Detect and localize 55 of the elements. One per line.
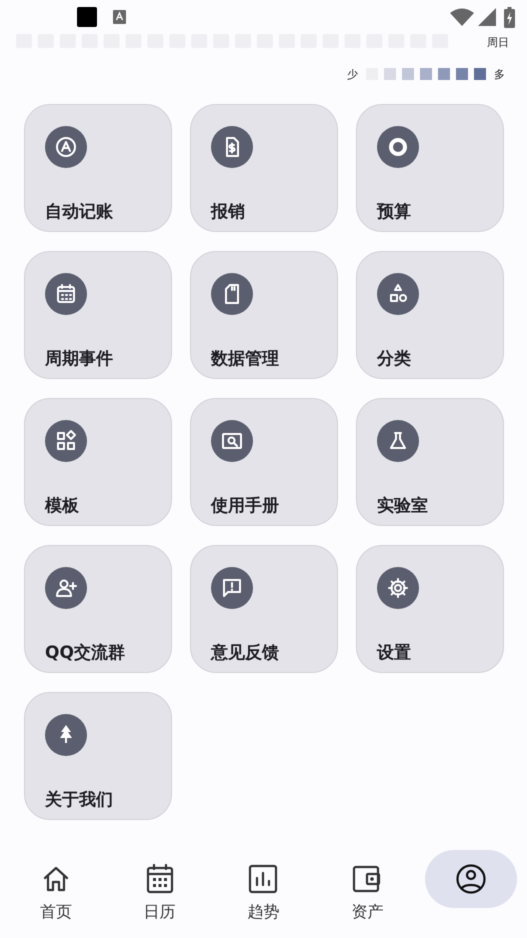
menu-label: 关于我们 <box>45 789 113 811</box>
feedback-icon <box>211 567 253 609</box>
menu-card[interactable]: 数据管理 <box>190 251 338 379</box>
nav-label: 日历 <box>144 902 176 923</box>
shapes-icon <box>377 273 419 315</box>
add-user-icon <box>45 567 87 609</box>
menu-label: QQ交流群 <box>45 642 125 664</box>
nav-label: 资产 <box>351 902 384 923</box>
menu-card[interactable]: 分类 <box>356 251 504 379</box>
menu-card[interactable]: 模板 <box>24 398 172 526</box>
battery-icon <box>504 6 515 28</box>
calendar-icon <box>45 273 87 315</box>
menu-card[interactable]: 设置 <box>356 545 504 673</box>
day-label: 周日 <box>487 34 509 50</box>
search-document-icon <box>211 420 253 462</box>
widgets-icon <box>45 420 87 462</box>
memory-card-icon <box>211 273 253 315</box>
menu-label: 自动记账 <box>45 201 113 223</box>
user-circle-icon <box>455 863 488 895</box>
circle-letter-icon <box>45 126 87 168</box>
menu-label: 分类 <box>377 348 411 370</box>
menu-label: 使用手册 <box>211 495 279 517</box>
menu-label: 报销 <box>211 201 245 223</box>
menu-label: 实验室 <box>377 495 428 517</box>
settings-icon <box>377 567 419 609</box>
menu-label: 数据管理 <box>211 348 279 370</box>
ring-icon <box>377 126 419 168</box>
menu-card[interactable]: 自动记账 <box>24 104 172 232</box>
menu-label: 周期事件 <box>45 348 113 370</box>
menu-label: 设置 <box>377 642 411 664</box>
menu-label: 模板 <box>45 495 79 517</box>
menu-card[interactable]: 意见反馈 <box>190 545 338 673</box>
calendar-icon <box>146 864 174 894</box>
bar-chart-icon <box>248 864 278 894</box>
wifi-icon <box>450 8 474 26</box>
legend-more-label: 多 <box>494 66 505 82</box>
menu-card[interactable]: 实验室 <box>356 398 504 526</box>
menu-label: 意见反馈 <box>211 642 279 664</box>
nav-label: 首页 <box>40 902 72 923</box>
menu-card[interactable]: 关于我们 <box>24 692 172 820</box>
signal-icon <box>478 8 496 26</box>
wallet-icon <box>352 865 382 893</box>
menu-card[interactable]: 预算 <box>356 104 504 232</box>
flask-icon <box>377 420 419 462</box>
tree-icon <box>45 714 87 756</box>
menu-card[interactable]: QQ交流群 <box>24 545 172 673</box>
notification-icon <box>77 7 97 27</box>
menu-card[interactable]: 使用手册 <box>190 398 338 526</box>
invoice-icon <box>211 126 253 168</box>
keyboard-icon <box>113 10 126 24</box>
menu-card[interactable]: 报销 <box>190 104 338 232</box>
nav-label: 趋势 <box>247 902 280 923</box>
legend-less-label: 少 <box>347 66 358 82</box>
menu-card[interactable]: 周期事件 <box>24 251 172 379</box>
menu-label: 预算 <box>377 201 411 223</box>
